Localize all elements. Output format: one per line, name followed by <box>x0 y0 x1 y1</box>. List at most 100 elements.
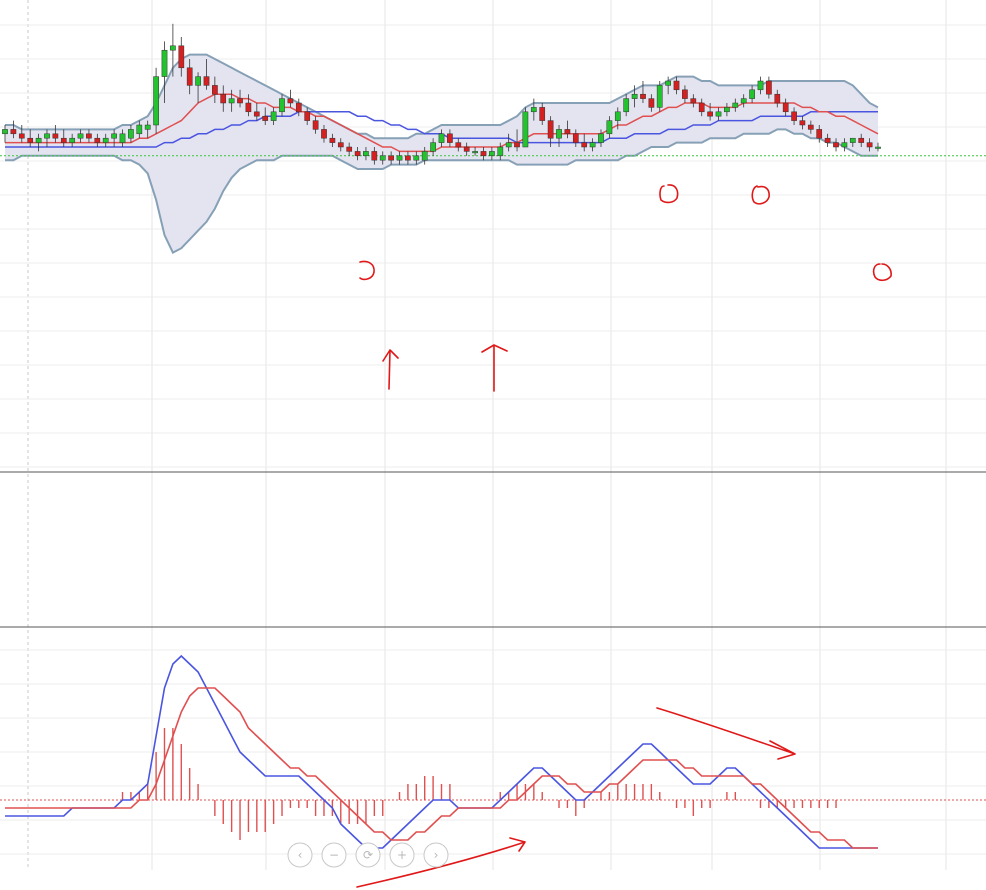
candle-body <box>119 133 126 143</box>
candle-body <box>161 49 168 77</box>
candle-body <box>18 133 25 139</box>
candle-body <box>379 155 386 161</box>
candle-body <box>245 102 252 113</box>
candle-body <box>312 120 319 130</box>
candle-body <box>547 120 554 139</box>
candle-body <box>144 124 151 130</box>
nav-next-button[interactable]: › <box>423 842 449 868</box>
candle-body <box>421 151 428 161</box>
annotation-circle-band-1 <box>359 260 375 281</box>
candle-body <box>304 111 311 121</box>
macd-histogram <box>121 728 837 840</box>
nav-reset-button[interactable]: ⟳ <box>355 842 381 868</box>
bollinger-band-fill <box>5 54 878 253</box>
nav-button-label: + <box>397 848 407 862</box>
candle-body <box>203 76 210 86</box>
nav-zoom-out-button[interactable]: − <box>321 842 347 868</box>
candle-body <box>346 146 353 152</box>
chart-stage: ‹ − ⟳ + › <box>0 0 986 888</box>
candle-body <box>178 45 185 69</box>
candle-body <box>480 151 487 157</box>
candle-body <box>27 137 34 143</box>
candle-body <box>539 107 546 121</box>
candle-body <box>875 146 881 149</box>
navigator-controls[interactable]: ‹ − ⟳ + › <box>287 842 449 868</box>
candle-body <box>631 93 638 99</box>
candle-body <box>2 129 8 135</box>
candle-body <box>463 146 470 152</box>
candle-body <box>447 133 453 143</box>
candle-body <box>35 137 42 143</box>
candle-body <box>698 102 705 113</box>
candle-body <box>522 111 529 148</box>
candle-body <box>128 129 134 139</box>
candle <box>153 67 159 134</box>
candle-body <box>405 155 411 161</box>
candle-body <box>858 137 865 143</box>
candle-body <box>749 89 755 99</box>
candle-body <box>740 98 747 104</box>
candle-body <box>337 142 344 148</box>
candle-body <box>237 98 243 104</box>
candle-body <box>102 137 109 143</box>
candle-body <box>388 155 394 161</box>
candle-body <box>195 76 201 86</box>
candle-body <box>170 45 176 51</box>
candle-body <box>589 142 596 148</box>
candle-body <box>833 142 839 148</box>
annotation-arrow-up-2 <box>481 344 508 392</box>
candle-body <box>623 98 630 113</box>
candle-body <box>279 98 285 113</box>
candle-body <box>757 80 764 91</box>
candle-body <box>866 142 873 148</box>
candle-body <box>656 85 663 108</box>
nav-button-label: › <box>434 848 439 862</box>
candle-body <box>849 137 856 143</box>
candle-body <box>782 102 789 113</box>
candle-body <box>262 115 269 121</box>
candle-body <box>799 120 806 126</box>
nav-button-label: − <box>329 848 339 862</box>
candle-body <box>270 111 277 121</box>
candle-body <box>690 98 697 104</box>
candle-body <box>505 142 512 148</box>
candle-body <box>69 137 76 143</box>
candle-body <box>329 137 336 143</box>
candle-body <box>774 93 781 104</box>
nav-button-label: ‹ <box>298 848 303 862</box>
nav-prev-button[interactable]: ‹ <box>287 842 313 868</box>
candle-body <box>816 129 823 139</box>
candle-body <box>136 124 143 135</box>
nav-button-label: ⟳ <box>363 848 373 862</box>
candle-body <box>682 89 688 99</box>
candle-body <box>212 85 218 95</box>
candle-body <box>220 93 227 104</box>
candle-body <box>455 142 462 148</box>
annotation-circle-peak-1 <box>659 184 679 204</box>
annotation-circle-band-2 <box>872 263 892 282</box>
candle-body <box>371 151 378 161</box>
candle-body <box>472 151 478 154</box>
candle-body <box>396 155 403 161</box>
candle-body <box>228 98 235 104</box>
candle-body <box>564 129 571 135</box>
candle-body <box>60 137 67 143</box>
candle-body <box>572 133 579 143</box>
candle-body <box>707 111 713 117</box>
candle-body <box>438 133 445 143</box>
candle-body <box>665 80 671 86</box>
candle-body <box>766 80 772 95</box>
hand-drawn-annotations <box>356 184 892 888</box>
candle-body <box>673 80 680 91</box>
candle-body <box>186 67 193 86</box>
candle-body <box>77 133 84 139</box>
candle-body <box>648 98 655 108</box>
candle-body <box>430 142 436 152</box>
candle-body <box>732 102 739 108</box>
candle-body <box>489 151 495 157</box>
candle-body <box>295 102 302 113</box>
nav-zoom-in-button[interactable]: + <box>389 842 415 868</box>
candle-body <box>530 107 537 113</box>
candle-body <box>111 133 117 139</box>
candle-body <box>354 151 361 157</box>
